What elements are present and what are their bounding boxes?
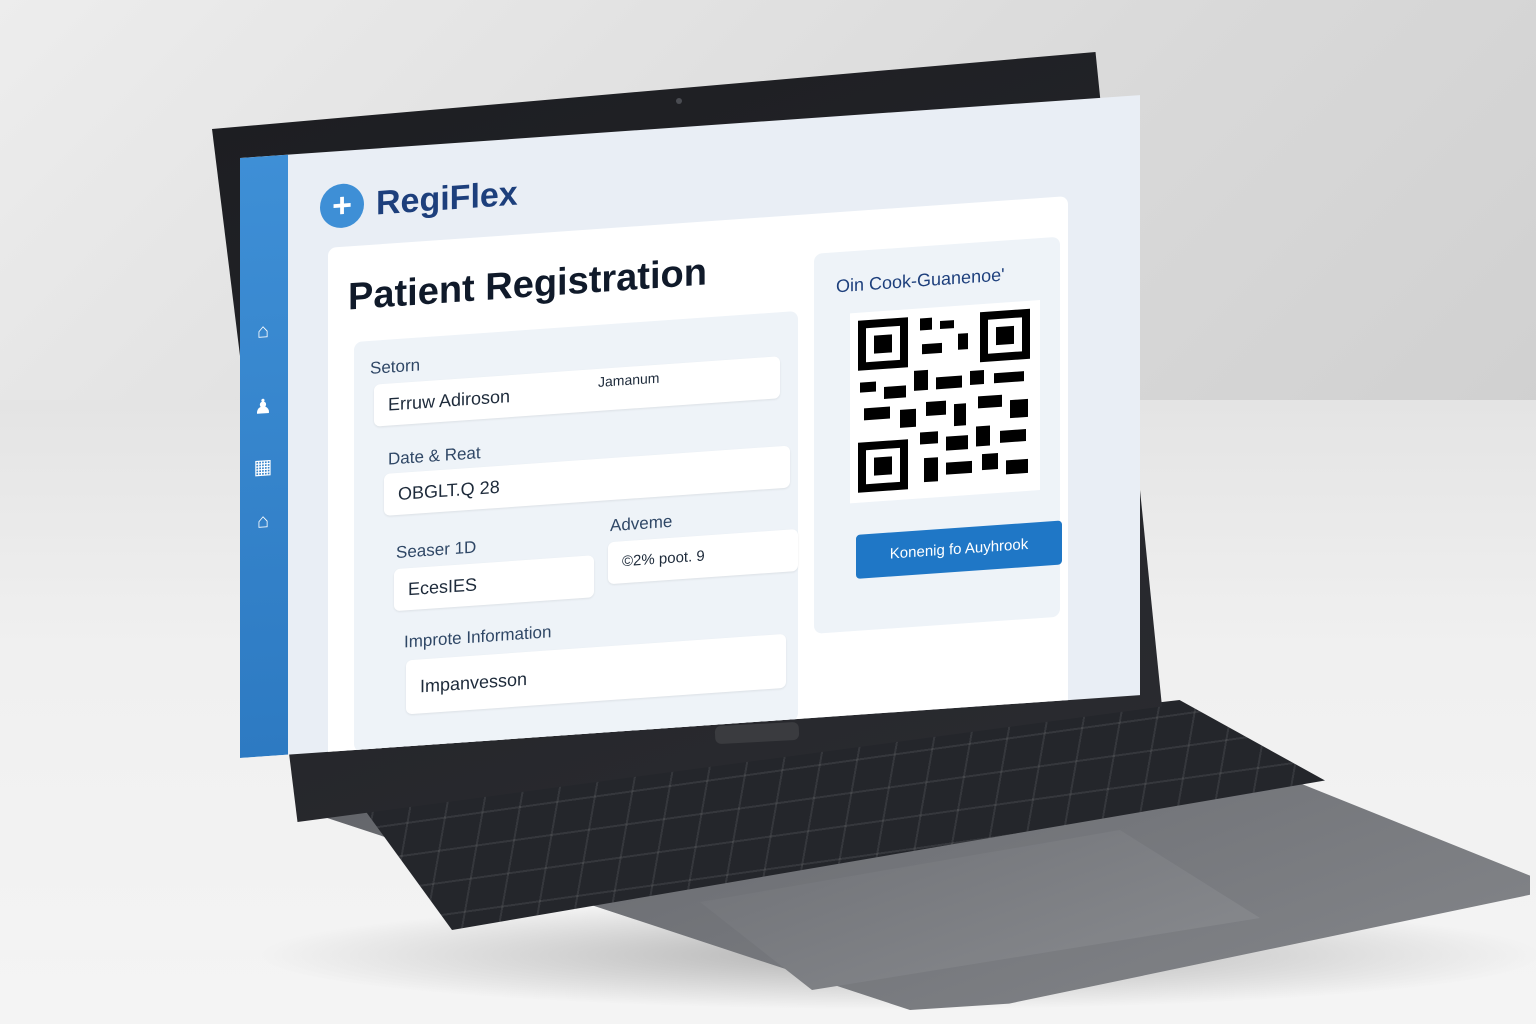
date-value: OBGLT.Q 28 xyxy=(398,476,500,504)
id-field[interactable]: EcesIES xyxy=(394,555,594,612)
home-icon[interactable]: ⌂ xyxy=(248,315,278,347)
section-label: Setorn xyxy=(370,355,421,378)
page-title: Patient Registration xyxy=(348,251,707,319)
camera-icon xyxy=(676,98,682,104)
building-icon[interactable]: ⌂ xyxy=(248,505,278,537)
info-value: Impanvesson xyxy=(420,668,528,697)
qr-panel: Oin Cook-Guanenoe' Konenig fo Auyhrook xyxy=(814,236,1062,634)
medical-cross-icon: + xyxy=(320,182,364,230)
sidebar: ⌂ ♟ ▦ ⌂ xyxy=(240,154,288,759)
brand-name: RegiFlex xyxy=(376,174,518,222)
qr-code xyxy=(850,300,1040,504)
grid-icon[interactable]: ▦ xyxy=(248,451,278,483)
user-icon[interactable]: ♟ xyxy=(248,391,278,423)
name-value: Erruw Adiroson xyxy=(388,386,511,415)
address-value: ©2% poot. 9 xyxy=(622,547,705,571)
name-field[interactable]: Erruw Adiroson Jamanum xyxy=(374,356,780,427)
registration-card: Patient Registration Setorn Erruw Adiros… xyxy=(328,196,1068,759)
name-secondary: Jamanum xyxy=(598,369,660,390)
address-label: Adveme xyxy=(610,511,673,536)
date-label: Date & Reat xyxy=(388,443,481,469)
qr-heading: Oin Cook-Guanenoe' xyxy=(836,264,1005,297)
brand: + RegiFlex xyxy=(320,169,518,233)
qr-action-button[interactable]: Konenig fo Auyhrook xyxy=(856,520,1062,579)
laptop-screen: ⌂ ♟ ▦ ⌂ + RegiFlex Patient Registration … xyxy=(240,95,1140,759)
info-label: Improte Information xyxy=(404,622,552,652)
id-label: Seaser 1D xyxy=(396,537,477,563)
qr-code-graphic xyxy=(858,308,1030,493)
registration-form: Setorn Erruw Adiroson Jamanum Date & Rea… xyxy=(354,310,798,753)
id-value: EcesIES xyxy=(408,574,478,600)
address-field[interactable]: ©2% poot. 9 xyxy=(608,528,798,585)
